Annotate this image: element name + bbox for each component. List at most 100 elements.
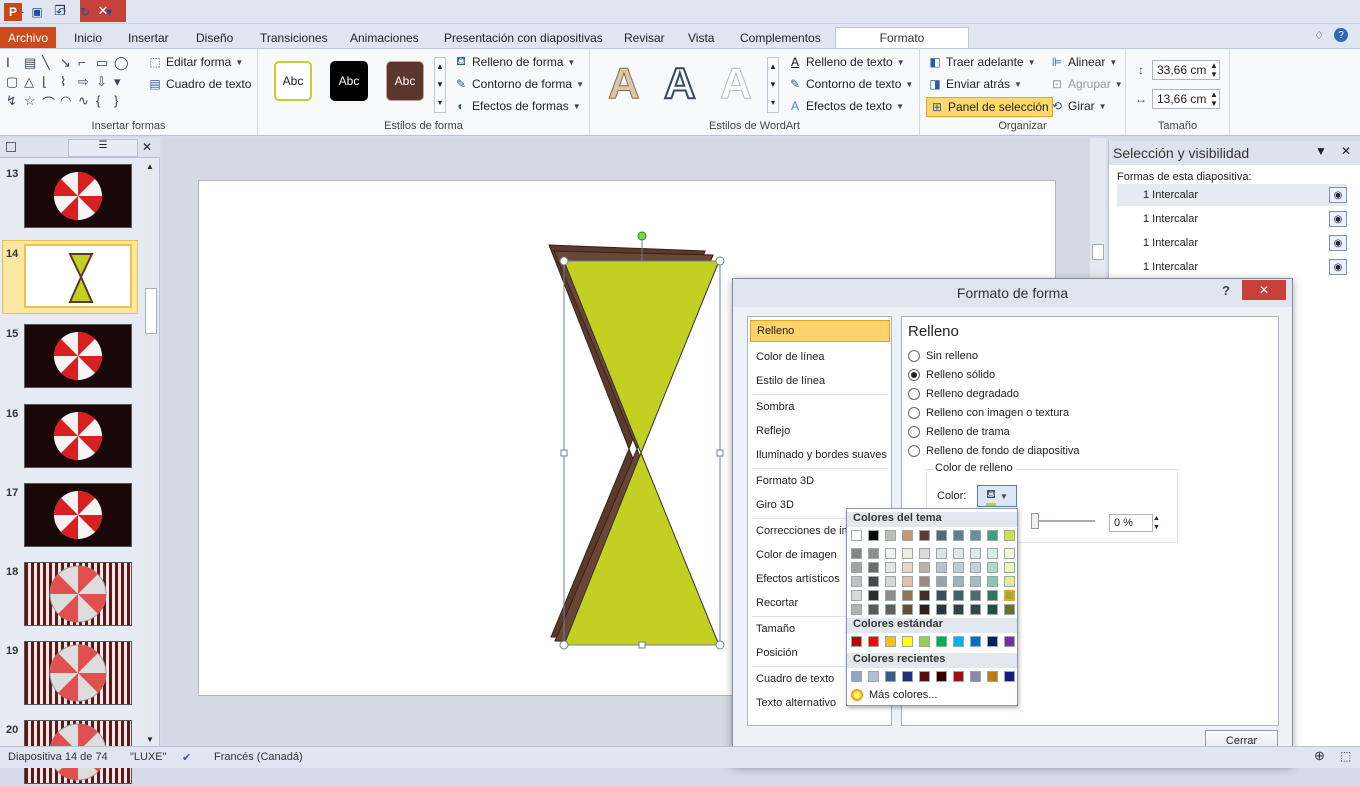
eye-icon[interactable]: ◉ (1329, 259, 1347, 275)
theme-color-swatch[interactable] (851, 530, 862, 541)
elbow-shape-icon[interactable]: ⌐ (78, 55, 96, 74)
redo-icon[interactable]: ↻ (76, 3, 94, 21)
theme-color-shade-swatch[interactable] (902, 604, 913, 615)
resize-handle[interactable] (638, 641, 646, 649)
recent-color-swatch[interactable] (987, 671, 998, 682)
tab-formato[interactable]: Formato (835, 27, 969, 48)
zigzag-shape-icon[interactable]: ⌇ (60, 74, 78, 93)
fill-option-radio[interactable]: Relleno sólido (908, 369, 995, 381)
minimize-ribbon-icon[interactable]: ♢ (1314, 29, 1324, 42)
theme-color-swatch[interactable] (868, 530, 879, 541)
bring-forward-button[interactable]: ◧ Traer adelante ▼ (928, 55, 1035, 69)
fill-option-radio[interactable]: Relleno de fondo de diapositiva (908, 445, 1080, 457)
theme-color-shade-swatch[interactable] (953, 562, 964, 573)
wordart-style-1[interactable]: A (608, 59, 641, 109)
theme-color-shade-swatch[interactable] (919, 604, 930, 615)
tab-vista[interactable]: Vista (678, 27, 724, 48)
theme-color-shade-swatch[interactable] (970, 604, 981, 615)
theme-color-shade-swatch[interactable] (868, 562, 879, 573)
brace-right-shape-icon[interactable]: } (114, 93, 132, 112)
selection-item[interactable]: 1 Intercalar ◉ (1117, 208, 1347, 230)
theme-color-shade-swatch[interactable] (953, 590, 964, 601)
shape-style-2[interactable]: Abc (330, 61, 368, 101)
fill-option-radio[interactable]: Relleno degradado (908, 388, 1019, 400)
resize-handle[interactable] (715, 640, 725, 650)
category-item[interactable]: Sombra (750, 396, 890, 418)
slide-thumbnail[interactable] (24, 483, 132, 547)
category-item[interactable]: Formato 3D (750, 470, 890, 492)
selection-item[interactable]: 1 Intercalar ◉ (1117, 256, 1347, 278)
theme-color-shade-swatch[interactable] (1004, 576, 1015, 587)
slide-thumbnail[interactable] (24, 404, 132, 468)
theme-color-shade-swatch[interactable] (919, 576, 930, 587)
shape-style-3[interactable]: Abc (386, 61, 424, 101)
wave-shape-icon[interactable]: ∿ (78, 93, 96, 112)
theme-color-shade-swatch[interactable] (902, 562, 913, 573)
standard-color-swatch[interactable] (851, 636, 862, 647)
tab-presentacion[interactable]: Presentación con diapositivas (434, 27, 613, 48)
recent-color-swatch[interactable] (953, 671, 964, 682)
tab-revisar[interactable]: Revisar (614, 27, 675, 48)
theme-color-swatch[interactable] (936, 530, 947, 541)
theme-color-shade-swatch[interactable] (1004, 590, 1015, 601)
theme-color-swatch[interactable] (987, 530, 998, 541)
radio-button-icon[interactable] (908, 369, 920, 381)
arrow-line-shape-icon[interactable]: ↘ (60, 55, 78, 74)
rotate-button[interactable]: ⟲ Girar ▼ (1050, 99, 1107, 113)
theme-color-shade-swatch[interactable] (851, 604, 862, 615)
eye-icon[interactable]: ◉ (1329, 211, 1347, 227)
theme-color-shade-swatch[interactable] (953, 576, 964, 587)
triangle-shape-icon[interactable]: △ (24, 74, 42, 93)
rounded-rect-shape-icon[interactable]: ▢ (6, 74, 24, 93)
customize-qat-icon[interactable]: ▾ (100, 3, 118, 21)
radio-button-icon[interactable] (908, 350, 920, 362)
more-colors-button[interactable]: Más colores... (851, 689, 937, 701)
theme-color-shade-swatch[interactable] (970, 590, 981, 601)
category-item[interactable]: Color de línea (750, 346, 890, 368)
thumbnails-scrollbar[interactable]: ▲ ▼ (144, 160, 158, 746)
fill-color-button[interactable]: ⛾ ▼ (977, 485, 1017, 507)
resize-handle[interactable] (559, 640, 569, 650)
theme-color-shade-swatch[interactable] (851, 548, 862, 559)
theme-color-shade-swatch[interactable] (987, 590, 998, 601)
resize-handle[interactable] (715, 256, 725, 266)
theme-color-shade-swatch[interactable] (919, 548, 930, 559)
slides-tab-icon[interactable] (6, 142, 16, 152)
arrow-down-shape-icon[interactable]: ⇩ (96, 74, 114, 93)
theme-color-shade-swatch[interactable] (1004, 604, 1015, 615)
theme-color-shade-swatch[interactable] (885, 590, 896, 601)
edit-shape-button[interactable]: ⬚ Editar forma ▼ (148, 55, 243, 69)
transparency-slider[interactable] (1035, 520, 1095, 522)
theme-color-shade-swatch[interactable] (987, 562, 998, 573)
close-pane-icon[interactable]: ✕ (1341, 144, 1351, 158)
resize-handle[interactable] (560, 449, 568, 457)
resize-handle[interactable] (716, 449, 724, 457)
connector-shape-icon[interactable]: ⌊ (42, 74, 60, 93)
text-cursor-shape-icon[interactable]: Ⅰ (6, 55, 24, 74)
theme-color-shade-swatch[interactable] (902, 590, 913, 601)
recent-color-swatch[interactable] (868, 671, 879, 682)
more-shapes-icon[interactable]: ▾ (114, 74, 132, 93)
dialog-help-icon[interactable]: ? (1222, 283, 1230, 298)
theme-color-shade-swatch[interactable] (868, 590, 879, 601)
recent-color-swatch[interactable] (919, 671, 930, 682)
slide-thumbnail[interactable] (24, 164, 132, 228)
shape-style-1[interactable]: Abc (274, 61, 312, 101)
standard-color-swatch[interactable] (902, 636, 913, 647)
text-effects-button[interactable]: A Efectos de texto ▼ (788, 99, 904, 113)
outline-tab-icon[interactable]: ☰ (68, 139, 138, 157)
tab-insertar[interactable]: Insertar (118, 27, 179, 48)
standard-color-swatch[interactable] (868, 636, 879, 647)
shape-outline-button[interactable]: ✎ Contorno de forma ▼ (454, 77, 584, 91)
selection-item[interactable]: 1 Intercalar ◉ (1117, 184, 1347, 206)
radio-button-icon[interactable] (908, 426, 920, 438)
theme-color-shade-swatch[interactable] (902, 576, 913, 587)
picture-shape-icon[interactable]: ▤ (24, 55, 42, 74)
shape-effects-button[interactable]: ◐ Efectos de formas ▼ (454, 99, 580, 113)
zoom-in-icon[interactable]: ⊕ (1314, 748, 1325, 764)
radio-button-icon[interactable] (908, 407, 920, 419)
theme-color-shade-swatch[interactable] (987, 576, 998, 587)
theme-color-swatch[interactable] (885, 530, 896, 541)
eye-icon[interactable]: ◉ (1329, 235, 1347, 251)
recent-color-swatch[interactable] (936, 671, 947, 682)
